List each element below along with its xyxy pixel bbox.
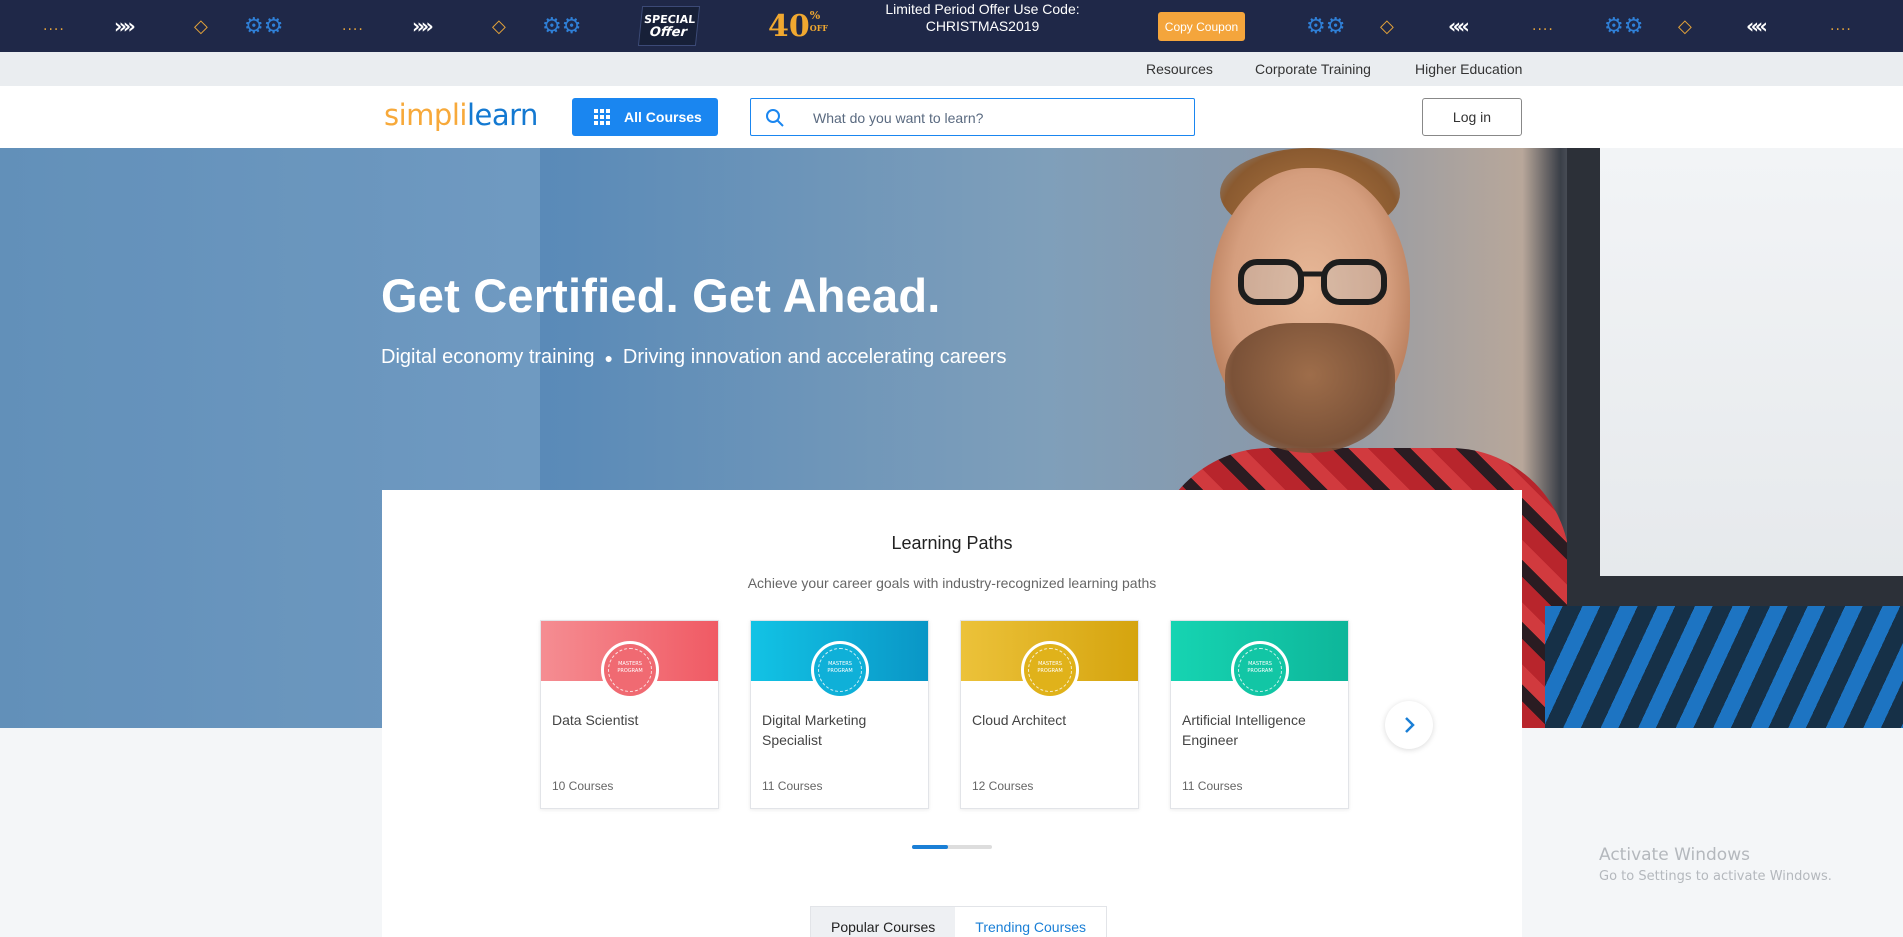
card-course-count: 12 Courses bbox=[972, 779, 1034, 793]
learning-paths-subtitle: Achieve your career goals with industry-… bbox=[747, 575, 1157, 591]
discount-percent-sign: % bbox=[809, 9, 821, 22]
gear-icon: ⚙⚙ bbox=[1306, 13, 1346, 39]
learning-path-card-ai-engineer[interactable]: MASTERS PROGRAM Artificial Intelligence … bbox=[1170, 620, 1349, 809]
corporate-training-link[interactable]: Corporate Training bbox=[1255, 52, 1371, 86]
hero-subtitle-part1: Digital economy training bbox=[381, 346, 595, 368]
card-title: Data Scientist bbox=[552, 712, 639, 728]
special-offer-badge: SPECIAL Offer bbox=[637, 6, 701, 46]
card-title: Cloud Architect bbox=[972, 712, 1067, 728]
offer-code: CHRISTMAS2019 bbox=[925, 18, 1040, 34]
resources-link[interactable]: Resources bbox=[1146, 52, 1213, 86]
dash-decoration: .... bbox=[1830, 18, 1852, 34]
learning-paths-panel: Learning Paths Achieve your career goals… bbox=[382, 490, 1522, 937]
logo-text-simpl: simpl bbox=[384, 98, 460, 132]
all-courses-button[interactable]: All Courses bbox=[572, 98, 718, 136]
logo-text-learn: learn bbox=[466, 98, 538, 132]
dash-decoration: .... bbox=[43, 18, 65, 34]
gear-icon: ⚙⚙ bbox=[542, 13, 582, 39]
hero-headline: Get Certified. Get Ahead. bbox=[381, 269, 941, 322]
course-tabs: Popular Courses Trending Courses bbox=[810, 906, 1108, 937]
card-course-count: 11 Courses bbox=[1182, 779, 1243, 793]
glasses-illustration bbox=[1238, 259, 1387, 305]
offer-line: Limited Period Offer Use Code: bbox=[885, 1, 1080, 17]
badge-text: MASTERS PROGRAM bbox=[608, 648, 652, 692]
gear-icon: ⚙⚙ bbox=[244, 13, 284, 39]
carousel-next-button[interactable] bbox=[1385, 701, 1433, 749]
card-header: MASTERS PROGRAM bbox=[961, 621, 1138, 699]
activate-windows-subtitle: Go to Settings to activate Windows. bbox=[1599, 869, 1832, 884]
diamond-icon: ◇ bbox=[492, 15, 506, 37]
login-button[interactable]: Log in bbox=[1422, 98, 1522, 136]
higher-education-link[interactable]: Higher Education bbox=[1415, 52, 1522, 86]
hero-stripes bbox=[1545, 606, 1903, 728]
dash-decoration: .... bbox=[1532, 18, 1554, 34]
discount-off: OFF bbox=[809, 23, 829, 33]
copy-coupon-button[interactable]: Copy Coupon bbox=[1158, 12, 1245, 41]
discount-value: 40 bbox=[768, 9, 810, 44]
masters-program-badge-icon: MASTERS PROGRAM bbox=[1231, 641, 1289, 699]
dash-decoration: .... bbox=[342, 18, 364, 34]
chevron-right-decoration-icon: »» bbox=[114, 14, 136, 38]
special-offer-line2: Offer bbox=[648, 25, 688, 40]
card-header: MASTERS PROGRAM bbox=[751, 621, 928, 699]
badge-text: MASTERS PROGRAM bbox=[1238, 648, 1282, 692]
hero-subtitle: Digital economy training ● Driving innovat… bbox=[381, 346, 1006, 369]
offer-text: Limited Period Offer Use Code: CHRISTMAS… bbox=[860, 1, 1105, 35]
chevron-right-icon bbox=[1405, 717, 1415, 733]
learning-paths-title: Learning Paths bbox=[891, 533, 1013, 553]
masters-program-badge-icon: MASTERS PROGRAM bbox=[1021, 641, 1079, 699]
learning-path-card-data-scientist[interactable]: MASTERS PROGRAM Data Scientist 10 Course… bbox=[540, 620, 719, 809]
masters-program-badge-icon: MASTERS PROGRAM bbox=[811, 641, 869, 699]
promo-banner: .... »» ◇ ⚙⚙ .... »» ◇ ⚙⚙ SPECIAL Offer … bbox=[0, 0, 1903, 52]
hero-person-beard bbox=[1225, 323, 1395, 453]
card-header: MASTERS PROGRAM bbox=[541, 621, 718, 699]
chevron-left-decoration-icon: «« bbox=[1746, 14, 1768, 38]
badge-text: MASTERS PROGRAM bbox=[818, 648, 862, 692]
learning-path-card-cloud-architect[interactable]: MASTERS PROGRAM Cloud Architect 12 Cours… bbox=[960, 620, 1139, 809]
diamond-icon: ◇ bbox=[194, 15, 208, 37]
chevron-right-decoration-icon: »» bbox=[412, 14, 434, 38]
all-courses-label: All Courses bbox=[624, 109, 702, 125]
badge-text: MASTERS PROGRAM bbox=[1028, 648, 1072, 692]
masters-program-badge-icon: MASTERS PROGRAM bbox=[601, 641, 659, 699]
discount-percent: 40% OFF bbox=[768, 10, 828, 44]
hero-window bbox=[1600, 148, 1903, 576]
card-course-count: 10 Courses bbox=[552, 779, 614, 793]
diamond-icon: ◇ bbox=[1678, 15, 1692, 37]
logo-text-i: i bbox=[459, 98, 467, 132]
bullet-separator: ● bbox=[604, 349, 613, 366]
learning-path-card-digital-marketing[interactable]: MASTERS PROGRAM Digital Marketing Specia… bbox=[750, 620, 929, 809]
search-bar bbox=[750, 98, 1195, 136]
card-course-count: 11 Courses bbox=[762, 779, 823, 793]
tab-popular-courses[interactable]: Popular Courses bbox=[811, 907, 956, 937]
simplilearn-logo[interactable]: simplilearn bbox=[384, 98, 538, 132]
top-links-bar: Resources Corporate Training Higher Educ… bbox=[0, 52, 1903, 86]
search-input[interactable] bbox=[813, 107, 1173, 129]
gear-icon: ⚙⚙ bbox=[1604, 13, 1644, 39]
activate-windows-title: Activate Windows bbox=[1599, 845, 1750, 865]
site-header: simplilearn All Courses Log in bbox=[0, 86, 1903, 148]
diamond-icon: ◇ bbox=[1380, 15, 1394, 37]
tab-trending-courses[interactable]: Trending Courses bbox=[955, 907, 1107, 937]
card-title: Digital Marketing Specialist bbox=[762, 712, 867, 748]
card-title: Artificial Intelligence Engineer bbox=[1182, 712, 1306, 748]
grid-icon bbox=[594, 109, 610, 125]
carousel-progress bbox=[912, 845, 992, 849]
search-icon[interactable] bbox=[765, 108, 785, 128]
hero-subtitle-part2: Driving innovation and accelerating care… bbox=[622, 346, 1007, 368]
carousel-progress-active bbox=[912, 845, 948, 849]
chevron-left-decoration-icon: «« bbox=[1448, 14, 1470, 38]
card-header: MASTERS PROGRAM bbox=[1171, 621, 1348, 699]
